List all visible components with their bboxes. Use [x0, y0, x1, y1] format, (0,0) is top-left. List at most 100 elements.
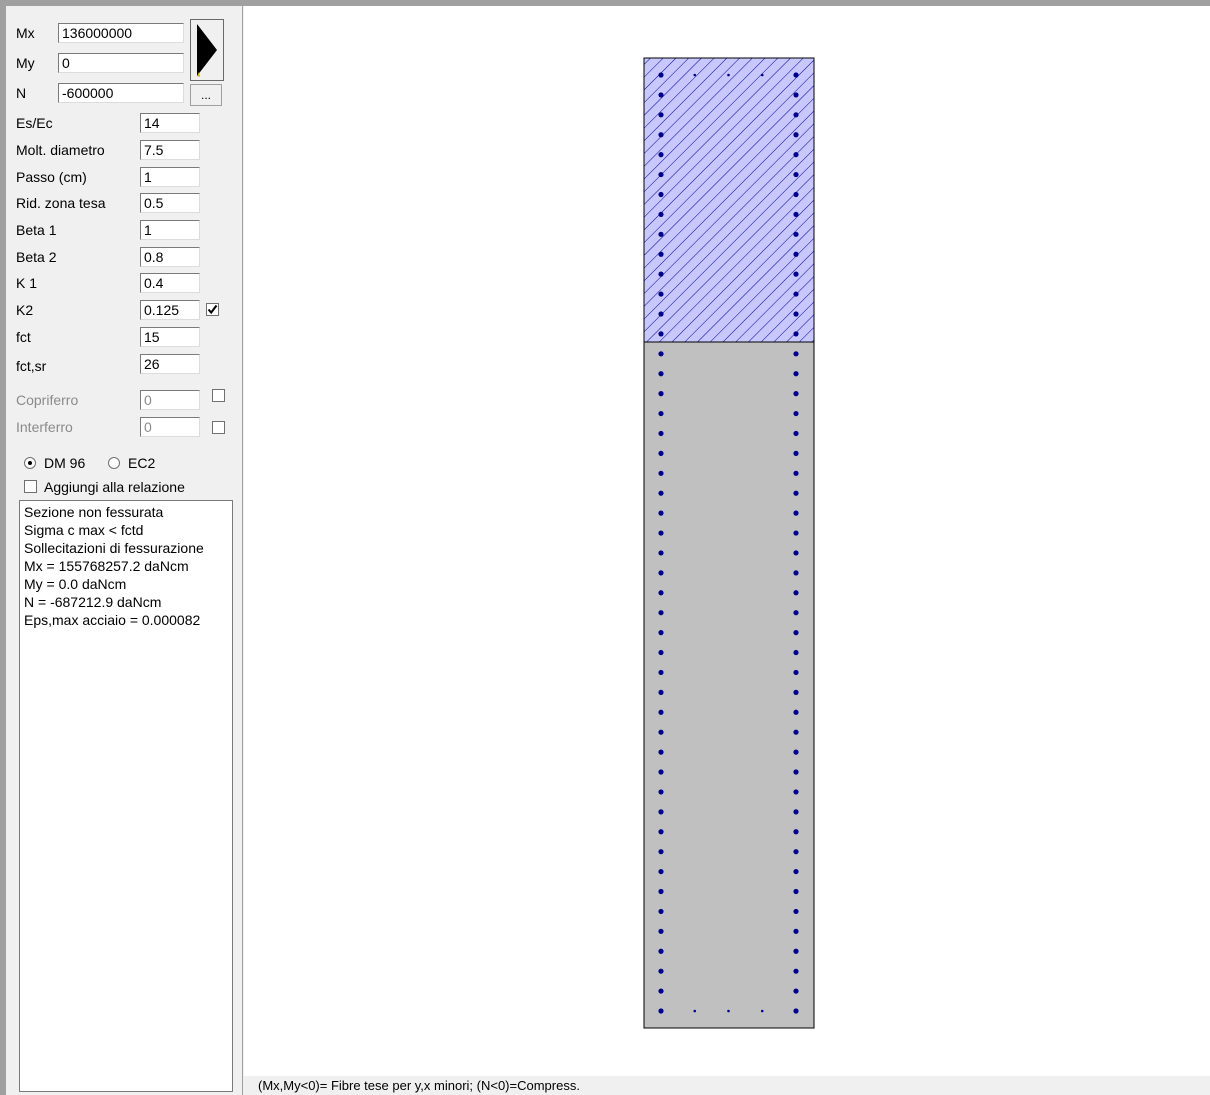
rebar-left [658, 152, 664, 158]
dm96-radio[interactable] [24, 457, 36, 469]
k1-input[interactable]: 0.4 [140, 273, 200, 293]
copriferro-label: Copriferro [16, 392, 79, 408]
ec2-radio[interactable] [108, 457, 120, 469]
rebar-right [793, 669, 799, 676]
section-drawing-canvas[interactable] [244, 6, 1210, 1076]
rebar-left [658, 769, 664, 775]
rebar-right [793, 271, 799, 277]
right-arrow-icon [197, 24, 217, 77]
k2-label: K2 [16, 302, 34, 318]
k2-input[interactable]: 0.125 [140, 300, 200, 320]
interferro-input[interactable]: 0 [140, 417, 200, 437]
rebar-left [658, 590, 664, 596]
rebar-top-inner [760, 73, 764, 77]
copriferro-checkbox[interactable] [212, 389, 225, 402]
rebar-left [658, 550, 664, 556]
rebar-right [793, 968, 799, 974]
beta2-input[interactable]: 0.8 [140, 247, 200, 267]
run-arrow-button[interactable] [190, 19, 224, 81]
interferro-checkbox[interactable] [212, 421, 225, 434]
copriferro-input[interactable]: 0 [140, 390, 200, 410]
rebar-left [658, 570, 664, 576]
mx-label: Mx [16, 25, 35, 41]
rebar-right [793, 1008, 799, 1014]
rebar-right [793, 510, 799, 516]
rebar-right [793, 908, 799, 915]
rebar-right [793, 351, 799, 357]
rebar-left [658, 171, 664, 178]
rebar-right [793, 311, 799, 317]
rebar-left [658, 809, 664, 815]
rebar-right [793, 928, 799, 934]
k2-checkbox[interactable] [206, 303, 219, 316]
molt-diametro-label: Molt. diametro [16, 142, 105, 158]
beta1-input[interactable]: 1 [140, 220, 200, 240]
rebar-left [658, 789, 664, 795]
rebar-left [658, 948, 664, 954]
k1-label: K 1 [16, 275, 38, 291]
rebar-bottom-inner [693, 1009, 697, 1013]
fct-input[interactable]: 15 [140, 327, 200, 347]
rebar-right [793, 988, 799, 994]
rebar-left [658, 430, 664, 437]
rebar-right [793, 132, 799, 138]
more-options-button[interactable]: ... [190, 84, 222, 106]
rebar-right [793, 789, 799, 795]
rebar-right [793, 72, 799, 78]
rebar-right [793, 331, 799, 337]
rebar-right [793, 729, 799, 735]
section-drawing [643, 57, 815, 1029]
rebar-left [658, 610, 664, 616]
fct-label: fct [16, 329, 31, 345]
rebar-top-inner [727, 73, 730, 77]
mx-input[interactable]: 136000000 [58, 23, 184, 43]
rebar-left [658, 868, 664, 875]
rebar-right [793, 610, 799, 616]
rid-zona-tesa-label: Rid. zona tesa [16, 195, 106, 211]
fct-sr-input[interactable]: 26 [140, 354, 200, 374]
rebar-left [658, 450, 664, 456]
dm96-label: DM 96 [44, 455, 86, 471]
rebar-left [658, 391, 664, 397]
rebar-right [793, 112, 799, 118]
rebar-right [793, 291, 799, 297]
rebar-left [658, 470, 664, 476]
rebar-left [658, 271, 664, 277]
result-line: My = 0.0 daNcm [24, 576, 127, 592]
rebar-right [793, 231, 799, 237]
status-bar: (Mx,My<0)= Fibre tese per y,x minori; (N… [244, 1076, 1210, 1095]
my-input[interactable]: 0 [58, 53, 184, 73]
n-input[interactable]: -600000 [58, 83, 184, 103]
passo-input[interactable]: 1 [140, 167, 200, 187]
checkmark-icon [207, 304, 218, 315]
rebar-right [793, 391, 799, 397]
rebar-left [658, 829, 664, 835]
rebar-right [793, 470, 799, 476]
rebar-right [793, 649, 799, 656]
rebar-left [658, 630, 664, 636]
rebar-left [658, 510, 664, 516]
rebar-bottom-inner [727, 1009, 730, 1013]
result-line: Sigma c max < fctd [24, 522, 144, 538]
rebar-right [793, 530, 799, 536]
rebar-right [793, 550, 799, 556]
aggiungi-checkbox[interactable] [24, 480, 37, 493]
rebar-left [658, 112, 664, 118]
result-line: Mx = 155768257.2 daNcm [24, 558, 189, 574]
rebar-top-inner [693, 73, 697, 77]
rebar-left [658, 351, 664, 357]
rebar-left [658, 849, 664, 855]
molt-diametro-input[interactable]: 7.5 [140, 140, 200, 160]
results-text-box[interactable]: Sezione non fessurata Sigma c max < fctd… [19, 500, 233, 1092]
rebar-right [793, 191, 799, 198]
rebar-right [793, 689, 799, 695]
rebar-left [658, 490, 664, 496]
rebar-right [793, 630, 799, 636]
result-line: N = -687212.9 daNcm [24, 594, 162, 610]
es-ec-input[interactable]: 14 [140, 113, 200, 133]
rebar-right [793, 888, 799, 895]
interferro-label: Interferro [16, 419, 73, 435]
rebar-right [793, 749, 799, 755]
rid-zona-tesa-input[interactable]: 0.5 [140, 193, 200, 213]
rebar-right [793, 171, 799, 178]
